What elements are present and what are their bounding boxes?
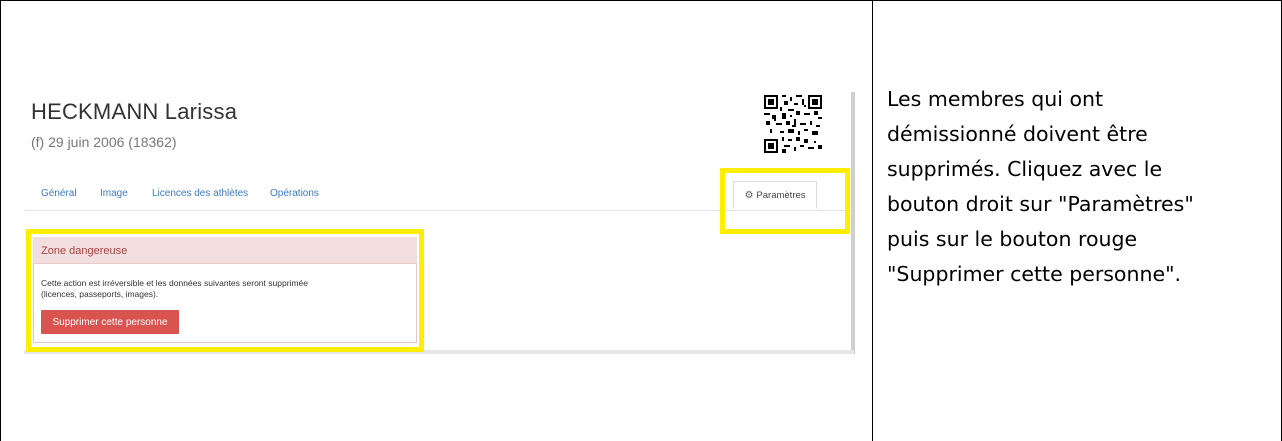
instructions-line: supprimés. Cliquez avec le [887,157,1163,181]
instructions-line: Les membres qui ont [887,87,1104,111]
highlight-settings-tab [720,168,850,234]
highlight-danger-zone [26,229,424,352]
instructions-line: démissionné doivent être [887,122,1148,146]
tab-operations[interactable]: Opérations [270,188,319,199]
instructions-line: puis sur le bouton rouge [887,227,1138,251]
screenshot-scrollbar [851,92,855,354]
instructions-line: "Supprimer cette personne". [887,262,1182,286]
person-details: (f) 29 juin 2006 (18362) [31,134,177,150]
tab-image[interactable]: Image [100,188,128,199]
instructions-line: bouton droit sur "Paramètres" [887,192,1194,216]
person-name: HECKMANN Larissa [31,99,238,124]
qr-code-icon [764,95,822,153]
table-cell-divider [872,0,873,441]
tab-general[interactable]: Général [41,188,77,199]
tab-athlete-licences[interactable]: Licences des athlètes [152,188,248,199]
instructions-text: Les membres qui ont démissionné doivent … [887,82,1277,292]
